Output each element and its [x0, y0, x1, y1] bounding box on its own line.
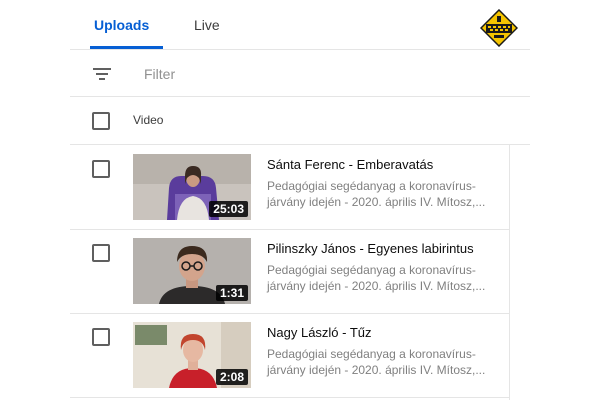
video-duration: 1:31	[215, 285, 248, 301]
tab-uploads[interactable]: Uploads	[94, 17, 149, 33]
active-tab-indicator	[90, 46, 163, 49]
channel-logo-icon[interactable]	[479, 8, 519, 48]
video-title[interactable]: Nagy László - Tűz	[267, 325, 372, 340]
table-row[interactable]: 2:08 Nagy László - Tűz Pedagógiai segéda…	[70, 314, 510, 398]
filter-lines-icon[interactable]	[92, 66, 112, 82]
video-duration: 2:08	[215, 369, 248, 385]
video-description: Pedagógiai segédanyag a koronavírus- jár…	[267, 262, 487, 294]
video-description-line: járvány idején - 2020. április IV. Mítos…	[267, 363, 486, 377]
video-description-line: Pedagógiai segédanyag a koronavírus-	[267, 347, 476, 361]
video-description-line: járvány idején - 2020. április IV. Mítos…	[267, 195, 486, 209]
table-header: Video	[70, 97, 530, 145]
row-checkbox[interactable]	[92, 160, 110, 178]
column-header-video: Video	[133, 113, 164, 127]
select-all-checkbox[interactable]	[92, 112, 110, 130]
tab-live[interactable]: Live	[194, 17, 220, 33]
filter-bar	[70, 50, 530, 97]
table-row[interactable]: 25:03 Sánta Ferenc - Emberavatás Pedagóg…	[70, 146, 510, 230]
video-thumbnail[interactable]: 25:03	[133, 154, 251, 220]
video-description: Pedagógiai segédanyag a koronavírus- jár…	[267, 178, 487, 210]
video-title[interactable]: Sánta Ferenc - Emberavatás	[267, 157, 433, 172]
video-duration: 25:03	[209, 201, 248, 217]
video-description-line: járvány idején - 2020. április IV. Mítos…	[267, 279, 486, 293]
tab-bar: Uploads Live	[70, 0, 530, 50]
video-description-line: Pedagógiai segédanyag a koronavírus-	[267, 179, 476, 193]
video-description: Pedagógiai segédanyag a koronavírus- jár…	[267, 346, 487, 378]
video-title[interactable]: Pilinszky János - Egyenes labirintus	[267, 241, 474, 256]
video-description-line: Pedagógiai segédanyag a koronavírus-	[267, 263, 476, 277]
filter-input[interactable]	[144, 64, 444, 84]
row-checkbox[interactable]	[92, 328, 110, 346]
video-thumbnail[interactable]: 1:31	[133, 238, 251, 304]
table-row[interactable]: 1:31 Pilinszky János - Egyenes labirintu…	[70, 230, 510, 314]
video-thumbnail[interactable]: 2:08	[133, 322, 251, 388]
row-checkbox[interactable]	[92, 244, 110, 262]
